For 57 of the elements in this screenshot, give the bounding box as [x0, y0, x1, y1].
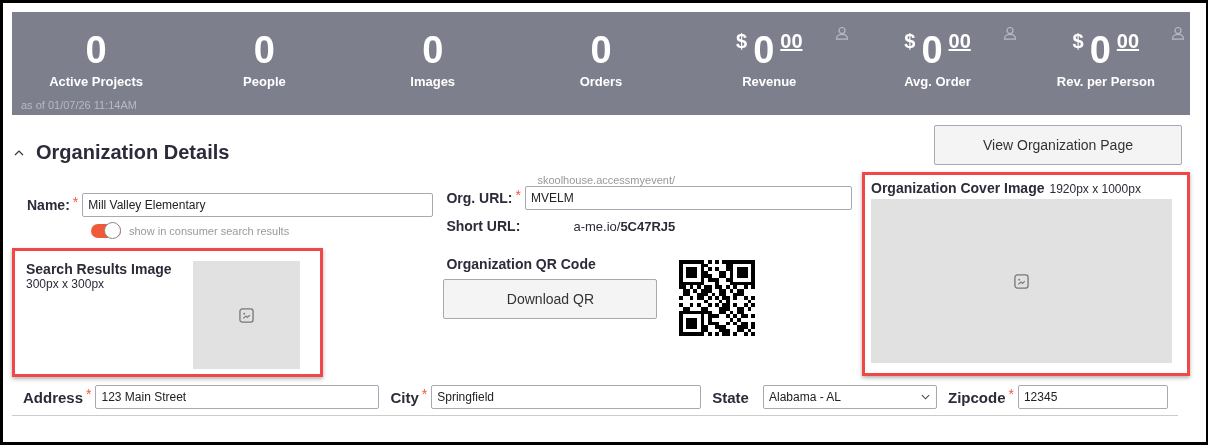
required-asterisk: *	[515, 187, 521, 203]
image-placeholder-icon	[239, 307, 254, 323]
stat-cents: 00	[948, 30, 971, 53]
stat-label: Avg. Order	[904, 74, 971, 89]
text-input[interactable]: Springfield	[431, 385, 702, 409]
stat-cents: 00	[780, 30, 803, 53]
field-label: Name:	[27, 197, 70, 213]
required-asterisk: *	[421, 386, 428, 402]
field-label: Org. URL:	[446, 190, 513, 206]
dropdown-caret-icon	[920, 394, 930, 400]
stat-value: 0	[921, 28, 943, 72]
stat-label: Orders	[579, 74, 623, 89]
stat-label: Active Projects	[49, 74, 144, 89]
text-input[interactable]: 123 Main Street	[95, 385, 380, 409]
person-icon	[1171, 26, 1186, 40]
collapse-caret-icon[interactable]	[14, 149, 24, 156]
person-icon	[834, 26, 849, 40]
stat-value: 0	[753, 28, 775, 72]
stat-value: 0	[1089, 28, 1111, 72]
org-url-input[interactable]: MVELM	[525, 186, 852, 210]
image-title: Search Results Image	[26, 261, 173, 277]
currency-symbol: $	[736, 30, 748, 53]
required-asterisk: *	[1008, 386, 1014, 402]
stat-value: 0	[590, 28, 612, 72]
field-label: Zipcode	[947, 388, 1006, 406]
person-icon	[1002, 26, 1017, 40]
field-label: Address	[23, 388, 84, 406]
currency-symbol: $	[1072, 30, 1084, 53]
text-input[interactable]: 12345	[1017, 385, 1168, 409]
stat-label: Rev. per Person	[1056, 74, 1155, 89]
stat-label: People	[243, 74, 286, 89]
state-dropdown[interactable]: Alabama - AL	[762, 385, 937, 409]
stat-label: Revenue	[742, 74, 797, 89]
stat-value: 0	[85, 28, 107, 72]
stat-value: 0	[253, 28, 275, 72]
image-placeholder-icon	[1014, 273, 1029, 289]
qr-title: Organization QR Code	[446, 256, 597, 272]
required-asterisk: *	[86, 386, 92, 402]
stat-value: 0	[422, 28, 444, 72]
toggle-switch[interactable]	[91, 224, 121, 238]
stat-label: Images	[410, 74, 456, 89]
field-label: State	[712, 388, 749, 406]
required-asterisk: *	[72, 194, 79, 210]
image-size: 1920px x 1000px	[1049, 182, 1141, 196]
currency-symbol: $	[904, 30, 916, 53]
name-input[interactable]: Mill Valley Elementary	[82, 193, 434, 217]
url-prefix: skoolhouse.accessmyevent/	[536, 174, 676, 186]
toggle-label: show in consumer search results	[129, 225, 290, 237]
image-size: 300px x 300px	[26, 277, 106, 291]
stat-cents: 00	[1116, 30, 1140, 53]
section-title: Organization Details	[36, 141, 230, 164]
image-title: Organization Cover Image	[871, 180, 1045, 196]
field-label: City	[390, 388, 419, 406]
view-organization-page-button[interactable]: View Organization Page	[934, 125, 1182, 165]
download-qr-button[interactable]: Download QR	[443, 279, 658, 319]
field-label: Short URL:	[446, 218, 522, 234]
short-url: a-me.io/5C47RJ5	[573, 218, 676, 234]
